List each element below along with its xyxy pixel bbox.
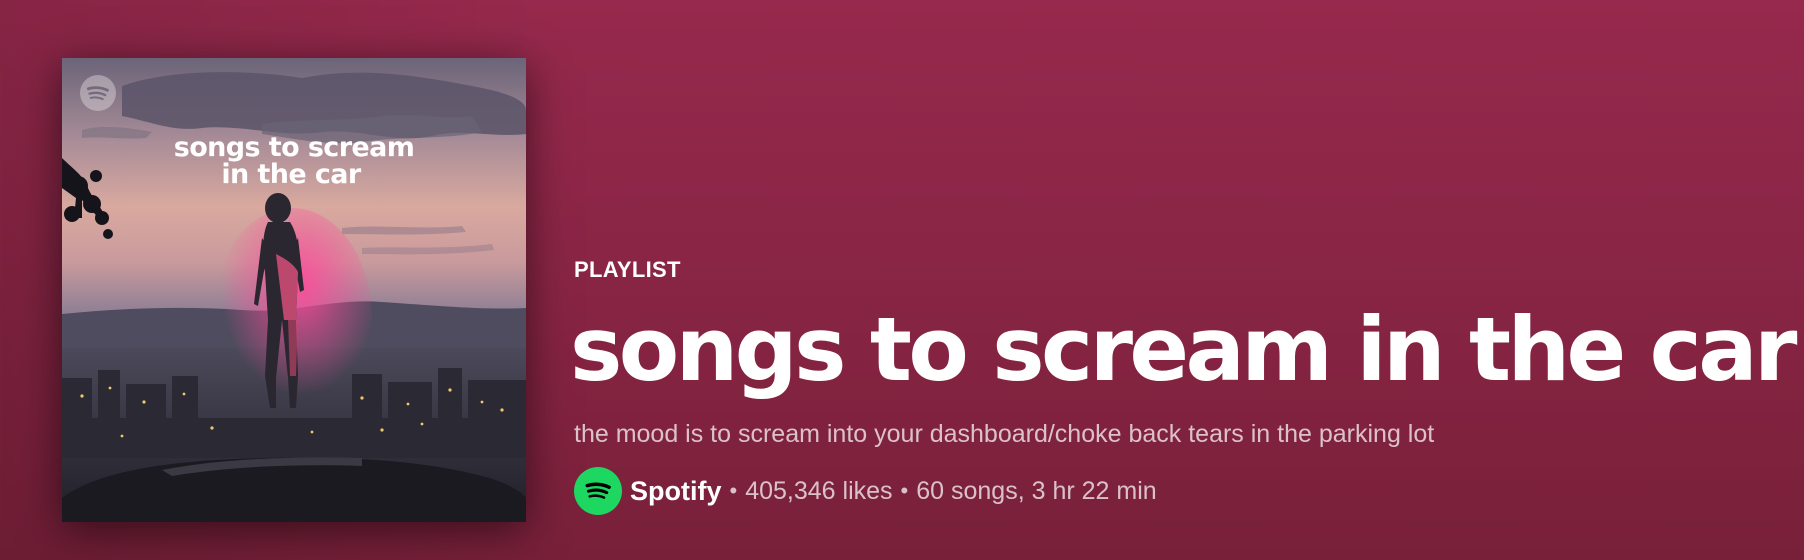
cover-title-line-1: songs to scream xyxy=(173,132,415,163)
spotify-logo-icon xyxy=(585,482,611,499)
separator-dot: • xyxy=(900,478,909,503)
owner-avatar[interactable] xyxy=(574,467,622,515)
cover-title-line-2: in the car xyxy=(221,159,361,190)
playlist-header: songs to scream in the car PLAYLIST song… xyxy=(0,0,1804,560)
songs-duration-summary: 60 songs, 3 hr 22 min xyxy=(916,476,1157,505)
playlist-type-label: PLAYLIST xyxy=(574,257,681,282)
playlist-cover-art[interactable]: songs to scream in the car xyxy=(62,58,526,522)
owner-name-link[interactable]: Spotify xyxy=(630,476,722,507)
cover-photo xyxy=(62,58,526,522)
likes-count: 405,346 likes xyxy=(745,476,893,505)
cover-title-text: songs to scream in the car xyxy=(62,134,526,188)
separator-dot: • xyxy=(729,478,738,503)
spotify-logo-icon xyxy=(80,75,116,111)
playlist-meta: Spotify • 405,346 likes • 60 songs, 3 hr… xyxy=(574,467,1764,515)
playlist-info: PLAYLIST songs to scream in the car the … xyxy=(570,256,1797,515)
playlist-title[interactable]: songs to scream in the car xyxy=(570,298,1797,402)
playlist-description: the mood is to scream into your dashboar… xyxy=(574,420,1435,448)
